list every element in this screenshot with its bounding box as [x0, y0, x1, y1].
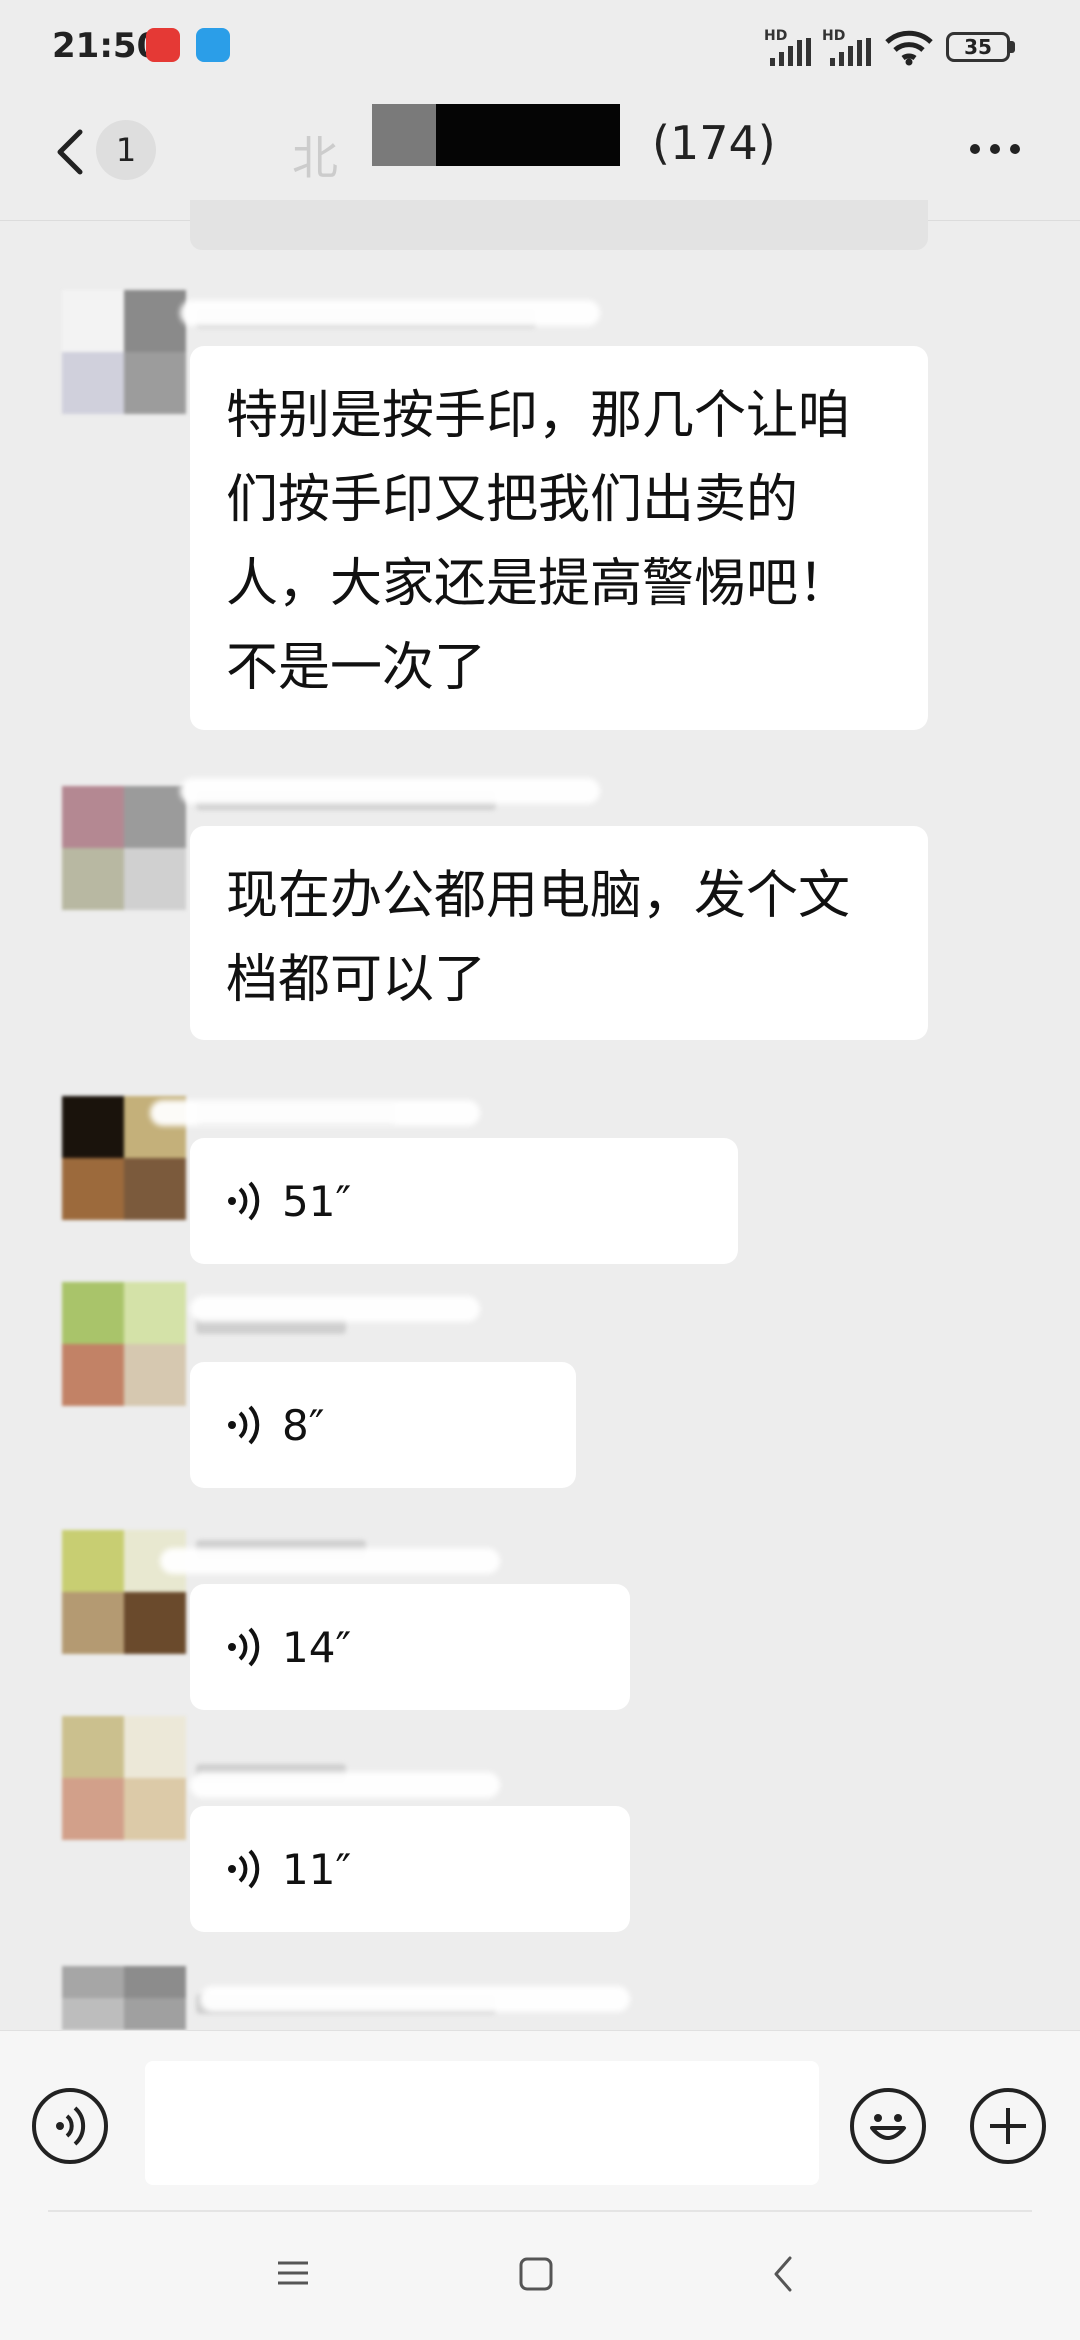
- message-line: 们按手印又把我们出卖的: [226, 470, 799, 530]
- voice-message[interactable]: 11″: [190, 1806, 630, 1932]
- sender-name-redaction: [190, 1772, 500, 1798]
- voice-icon: [228, 1181, 260, 1221]
- message-text: 现在办公都用电脑，发个文 档都可以了: [190, 826, 928, 1052]
- sender-name-redaction: [200, 1986, 630, 2012]
- voice-icon: [56, 2106, 86, 2146]
- message-line: 档都可以了: [226, 950, 487, 1010]
- voice-input-button[interactable]: [32, 2088, 108, 2164]
- status-time: 21:50: [52, 26, 161, 66]
- signal-icon-2: [830, 38, 871, 66]
- unread-count-badge[interactable]: 1: [96, 120, 156, 180]
- emoji-button[interactable]: [850, 2088, 926, 2164]
- status-bar: 21:50 HD HD 35: [0, 0, 1080, 96]
- chat-title-prefix: 北: [292, 131, 338, 185]
- chat-member-count: (174): [652, 116, 776, 170]
- voice-icon: [228, 1849, 260, 1889]
- signal-icon: [770, 38, 811, 66]
- sender-name-redaction: [150, 1100, 480, 1126]
- avatar[interactable]: [62, 290, 186, 414]
- voice-message[interactable]: 8″: [190, 1362, 576, 1488]
- back-icon[interactable]: [770, 2254, 798, 2294]
- more-dots-icon[interactable]: [970, 144, 1020, 154]
- message-line: 人，大家还是提高警惕吧！: [226, 554, 851, 614]
- voice-icon: [228, 1627, 260, 1667]
- avatar[interactable]: [62, 1966, 186, 2030]
- title-redaction: [372, 104, 436, 166]
- news-app-icon: [146, 28, 180, 62]
- voice-duration: 11″: [282, 1844, 352, 1894]
- wifi-icon: [885, 30, 933, 66]
- app-icon: [196, 28, 230, 62]
- divider: [48, 2210, 1032, 2212]
- home-icon[interactable]: [518, 2256, 554, 2292]
- previous-message-bubble[interactable]: [190, 200, 928, 250]
- sender-name-redaction: [190, 1296, 480, 1322]
- voice-message[interactable]: 51″: [190, 1138, 738, 1264]
- message-bubble[interactable]: 现在办公都用电脑，发个文 档都可以了: [190, 826, 928, 1040]
- voice-icon: [228, 1405, 260, 1445]
- sender-name-redaction: [180, 300, 600, 326]
- avatar[interactable]: [62, 1282, 186, 1406]
- avatar[interactable]: [62, 1716, 186, 1840]
- voice-message[interactable]: 14″: [190, 1584, 630, 1710]
- message-line: 特别是按手印，那几个让咱: [226, 386, 851, 446]
- battery-tip: [1010, 41, 1015, 53]
- battery-icon: 35: [946, 32, 1010, 62]
- message-text: 特别是按手印，那几个让咱 们按手印又把我们出卖的 人，大家还是提高警惕吧！ 不是…: [190, 346, 928, 740]
- menu-icon[interactable]: [276, 2256, 310, 2290]
- message-line: 不是一次了: [226, 638, 487, 698]
- avatar[interactable]: [62, 786, 186, 910]
- sender-name-redaction: [160, 1548, 500, 1574]
- voice-duration: 51″: [282, 1176, 352, 1226]
- voice-duration: 14″: [282, 1622, 352, 1672]
- message-bubble[interactable]: 特别是按手印，那几个让咱 们按手印又把我们出卖的 人，大家还是提高警惕吧！ 不是…: [190, 346, 928, 730]
- emoji-icon: [870, 2114, 906, 2140]
- sender-name-redaction: [180, 778, 600, 804]
- title-redaction-black: [436, 104, 620, 166]
- voice-duration: 8″: [282, 1400, 325, 1450]
- add-button[interactable]: [970, 2088, 1046, 2164]
- plus-icon: [990, 2108, 1026, 2144]
- message-line: 现在办公都用电脑，发个文: [226, 866, 851, 926]
- message-input[interactable]: [145, 2061, 819, 2185]
